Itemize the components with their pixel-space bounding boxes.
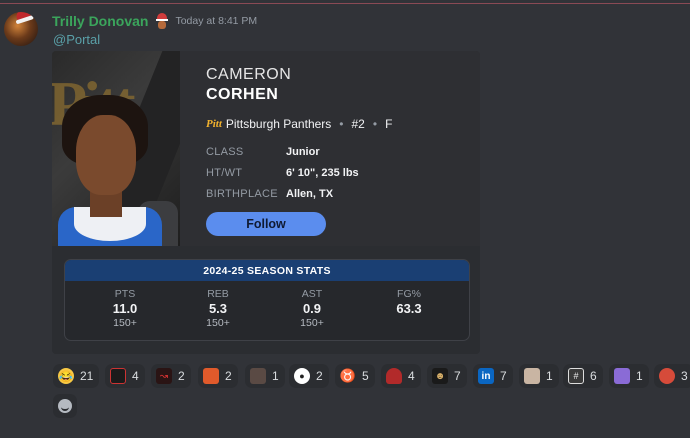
reaction-count: 2: [178, 369, 185, 383]
info-value: Allen, TX: [286, 188, 334, 200]
stat-field-goal-pct: FG% 63.3: [374, 288, 444, 317]
stat-value: 0.9: [302, 301, 322, 316]
reaction-bar: 😂 21 4 ↝ 2 2 1 ● 2 ♉ 5 4 ☻ 7 in 7 1 # 6 …: [53, 364, 690, 388]
player-position: F: [385, 117, 393, 131]
reaction-custom-dark-face[interactable]: ☻ 7: [427, 364, 467, 388]
custom-person-icon: [250, 368, 266, 384]
reaction-custom-purple-face[interactable]: 1: [609, 364, 649, 388]
eye-icon: ●: [294, 368, 310, 384]
player-card: Pitt CAMERON CORHEN Pitt Pittsburgh Pant…: [52, 51, 480, 354]
custom-orange-icon: [203, 368, 219, 384]
custom-logo-icon: [110, 368, 126, 384]
message-header: Trilly Donovan Today at 8:41 PM: [52, 12, 257, 30]
stat-value: 11.0: [112, 301, 138, 316]
custom-face-icon: [524, 368, 540, 384]
reaction-custom-logo[interactable]: 4: [105, 364, 145, 388]
team-row: Pitt Pittsburgh Panthers • #2 • F: [206, 117, 392, 131]
reaction-count: 21: [80, 369, 94, 383]
custom-jayhawk-icon: [659, 368, 675, 384]
separator-dot: •: [372, 117, 378, 131]
reaction-count: 1: [272, 369, 279, 383]
reaction-eye[interactable]: ● 2: [289, 364, 329, 388]
stat-rank: 150+: [300, 317, 324, 329]
team-name: Pittsburgh Panthers: [225, 117, 332, 131]
reaction-count: 7: [500, 369, 507, 383]
custom-red-figure-icon: [386, 368, 402, 384]
info-label: CLASS: [206, 146, 244, 158]
reaction-custom-red-logo[interactable]: ↝ 2: [151, 364, 191, 388]
reaction-count: 6: [590, 369, 597, 383]
stat-points: PTS 11.0 150+: [90, 288, 160, 329]
stat-value: 5.3: [208, 301, 228, 316]
separator-dot: •: [339, 117, 344, 131]
reaction-count: 1: [546, 369, 553, 383]
info-row-birthplace: BIRTHPLACE Allen, TX: [206, 188, 333, 200]
longhorn-icon: ♉: [340, 368, 356, 383]
stat-label: PTS: [114, 288, 136, 300]
reaction-count: 1: [636, 369, 643, 383]
info-label: BIRTHPLACE: [206, 188, 278, 200]
avatar[interactable]: [4, 12, 38, 46]
reaction-count: 3: [681, 369, 688, 383]
stat-label: FG%: [397, 288, 421, 300]
reaction-custom-red-figure[interactable]: 4: [381, 364, 421, 388]
custom-red-logo-icon: ↝: [156, 368, 172, 384]
reaction-joy[interactable]: 😂 21: [53, 364, 100, 388]
stat-assists: AST 0.9 150+: [277, 288, 347, 329]
stat-rank: 150+: [113, 317, 137, 329]
basketball-hoop-icon: #: [568, 368, 584, 384]
reaction-count: 2: [225, 369, 232, 383]
player-last-name: CORHEN: [206, 86, 279, 103]
follow-button[interactable]: Follow: [206, 212, 326, 236]
info-label: HT/WT: [206, 167, 243, 179]
info-row-height-weight: HT/WT 6' 10", 235 lbs: [206, 167, 359, 179]
santa-badge-icon: [155, 13, 169, 29]
reaction-count: 4: [408, 369, 415, 383]
reaction-count: 7: [454, 369, 461, 383]
reaction-linkedin[interactable]: in 7: [473, 364, 513, 388]
player-photo: Pitt: [52, 51, 180, 246]
reaction-custom-face[interactable]: 1: [519, 364, 559, 388]
custom-dark-face-icon: ☻: [432, 368, 448, 384]
reaction-count: 5: [362, 369, 369, 383]
reaction-custom-person[interactable]: 1: [245, 364, 285, 388]
username[interactable]: Trilly Donovan: [52, 13, 148, 29]
jersey-number: #2: [351, 117, 365, 131]
stats-title: 2024-25 SEASON STATS: [65, 260, 469, 281]
stat-rank: 150+: [206, 317, 230, 329]
reaction-count: 4: [132, 369, 139, 383]
stat-value: 63.3: [396, 301, 422, 316]
info-value: 6' 10", 235 lbs: [286, 167, 359, 179]
stat-label: AST: [301, 288, 323, 300]
custom-purple-face-icon: [614, 368, 630, 384]
timestamp: Today at 8:41 PM: [175, 15, 258, 27]
team-logo-icon: Pitt: [206, 118, 222, 130]
reaction-longhorn[interactable]: ♉ 5: [335, 364, 375, 388]
reaction-basketball-hoop[interactable]: # 6: [563, 364, 603, 388]
divider-line: [0, 3, 690, 4]
reaction-custom-orange[interactable]: 2: [198, 364, 238, 388]
add-reaction-button[interactable]: [53, 394, 77, 418]
stat-label: REB: [207, 288, 229, 300]
reaction-count: 2: [316, 369, 323, 383]
info-value: Junior: [286, 146, 320, 158]
season-stats-panel: 2024-25 SEASON STATS PTS 11.0 150+ REB 5…: [64, 259, 470, 341]
player-first-name: CAMERON: [206, 66, 292, 83]
linkedin-icon: in: [478, 368, 494, 384]
smile-icon: [58, 399, 72, 413]
role-mention[interactable]: @Portal: [53, 32, 100, 47]
reaction-custom-jayhawk[interactable]: 3: [654, 364, 690, 388]
joy-emoji-icon: 😂: [58, 368, 74, 384]
stat-rebounds: REB 5.3 150+: [183, 288, 253, 329]
info-row-class: CLASS Junior: [206, 146, 320, 158]
